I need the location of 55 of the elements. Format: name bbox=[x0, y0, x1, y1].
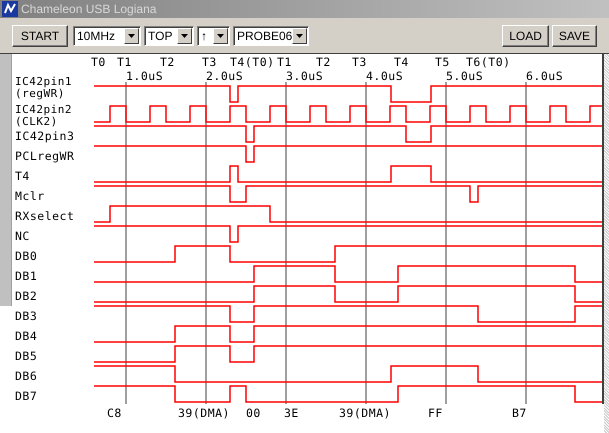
phase-label: T1 bbox=[117, 56, 132, 69]
start-button[interactable]: START bbox=[12, 24, 68, 46]
dropdown[interactable]: PROBE06 bbox=[233, 26, 309, 46]
phase-label: T1 bbox=[277, 56, 292, 69]
dropdown[interactable]: ↑ bbox=[197, 26, 230, 46]
phase-label: T0 bbox=[91, 56, 106, 69]
scrollbar-thumb[interactable] bbox=[0, 54, 12, 306]
toolbar-button[interactable]: LOAD bbox=[502, 24, 549, 46]
caret-icon[interactable] bbox=[213, 28, 228, 44]
phase-label: T5 bbox=[435, 56, 450, 69]
caret-icon[interactable] bbox=[177, 28, 192, 44]
signal-label: DB2 bbox=[15, 290, 38, 303]
window-title: Chameleon USB Logiana bbox=[21, 2, 156, 16]
phase-label: T6(T0) bbox=[466, 56, 511, 69]
dropdown[interactable]: TOP bbox=[144, 26, 194, 46]
toolbar-button[interactable]: SAVE bbox=[552, 24, 597, 46]
phase-label: T2 bbox=[160, 56, 175, 69]
phase-label: T3 bbox=[202, 56, 217, 69]
bus-value: B7 bbox=[512, 407, 527, 420]
signal-label: Mclr bbox=[15, 190, 45, 203]
time-label: 5.0uS bbox=[446, 70, 484, 83]
phase-label: T4(T0) bbox=[230, 56, 275, 69]
time-label: 3.0uS bbox=[286, 70, 324, 83]
signal-label: DB6 bbox=[15, 370, 38, 383]
time-label: 4.0uS bbox=[366, 70, 404, 83]
signal-label: IC42pin3 bbox=[15, 130, 74, 143]
signal-label: DB0 bbox=[15, 250, 38, 263]
signal-label: PCLregWR bbox=[15, 150, 74, 163]
phase-label: T4 bbox=[394, 56, 409, 69]
signal-label: RXselect bbox=[15, 210, 74, 223]
signal-label: IC42pin2 (CLK2) bbox=[15, 104, 72, 128]
signal-label: DB3 bbox=[15, 310, 38, 323]
signal-label: IC42pin1 (regWR) bbox=[15, 76, 72, 100]
bus-value: 3E bbox=[284, 407, 299, 420]
signal-label: NC bbox=[15, 230, 30, 243]
time-label: 1.0uS bbox=[126, 70, 164, 83]
time-label: 2.0uS bbox=[206, 70, 244, 83]
scrollbar-track[interactable] bbox=[604, 54, 609, 433]
bus-value: C8 bbox=[107, 407, 122, 420]
time-label: 6.0uS bbox=[526, 70, 564, 83]
caret-icon[interactable] bbox=[124, 28, 139, 44]
bus-value: 39(DMA) bbox=[178, 407, 230, 420]
bus-value: 00 bbox=[246, 407, 261, 420]
signal-label: DB7 bbox=[15, 390, 38, 403]
dropdown[interactable]: 10MHz bbox=[73, 26, 141, 46]
caret-icon[interactable] bbox=[292, 28, 307, 44]
signal-label: DB1 bbox=[15, 270, 38, 283]
signal-label: T4 bbox=[15, 170, 30, 183]
signal-label: DB5 bbox=[15, 350, 38, 363]
signal-label: DB4 bbox=[15, 330, 38, 343]
app-icon bbox=[2, 1, 18, 17]
bus-value: 39(DMA) bbox=[339, 407, 391, 420]
phase-label: T2 bbox=[316, 56, 331, 69]
bus-value: FF bbox=[428, 407, 443, 420]
phase-label: T3 bbox=[352, 56, 367, 69]
